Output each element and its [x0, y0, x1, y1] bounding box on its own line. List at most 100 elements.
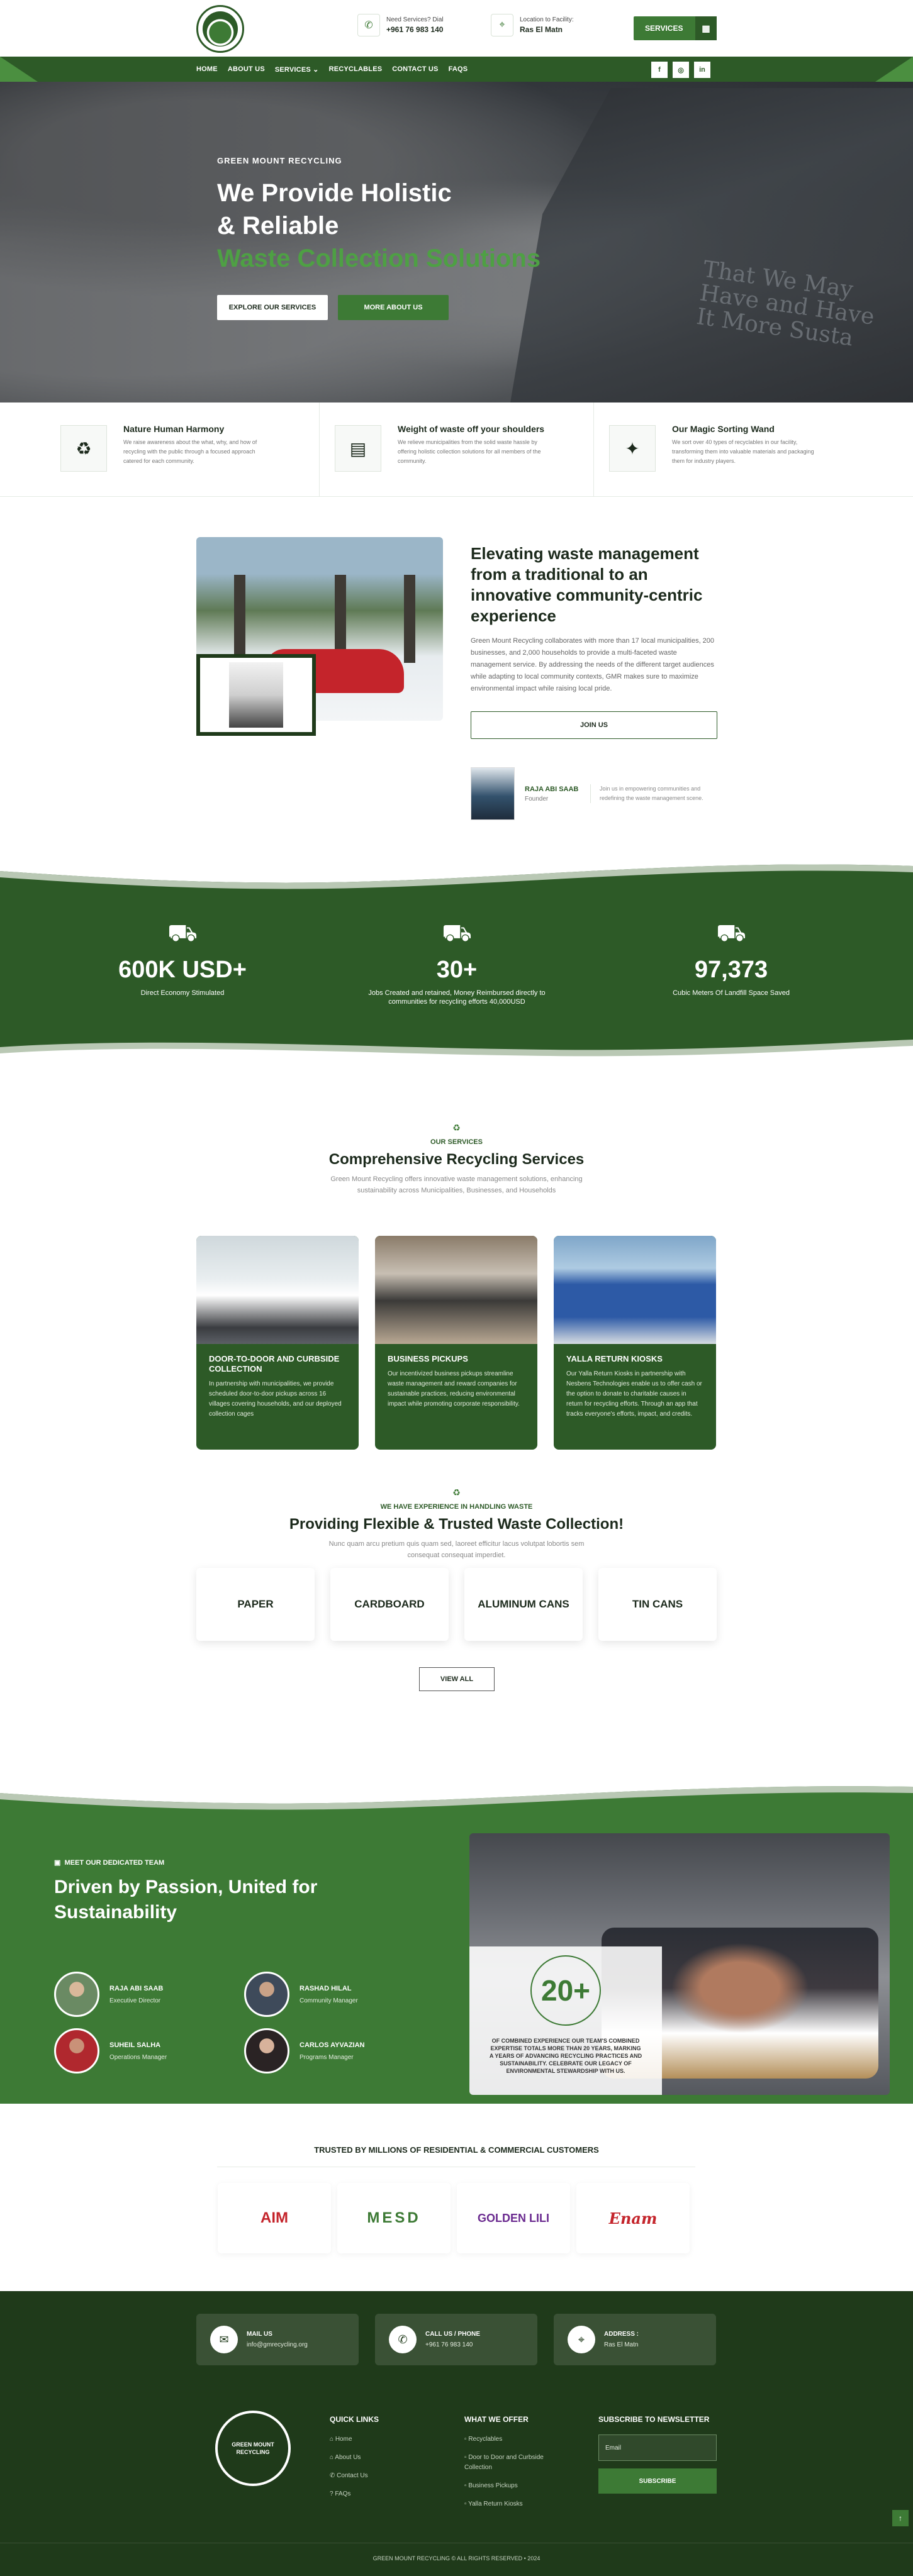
- waste-card-aluminum[interactable]: ALUMINUM CANS: [464, 1568, 583, 1641]
- sorting-icon: ✦: [609, 425, 656, 472]
- contact-phone: ✆ Need Services? Dial +961 76 983 140: [357, 14, 444, 36]
- footer-link-label: FAQs: [335, 2490, 351, 2497]
- stat-label: Jobs Created and retained, Money Reimbur…: [368, 989, 546, 1006]
- waste-card-tin[interactable]: TIN CANS: [598, 1568, 717, 1641]
- footer-mail[interactable]: ✉ MAIL US info@gmrecycling.org: [196, 2314, 359, 2365]
- hero-title-line1: We Provide Holistic: [217, 179, 452, 207]
- offer-link-label: Recyclables: [468, 2436, 503, 2443]
- contact-location-label: Location to Facility:: [520, 16, 574, 23]
- location-icon: ⌖: [568, 2326, 595, 2353]
- services-section: ♻ OUR SERVICES Comprehensive Recycling S…: [0, 1060, 913, 1462]
- instagram-icon[interactable]: ◎: [673, 62, 689, 78]
- what-we-offer: WHAT WE OFFER ▫ Recyclables ▫ Door to Do…: [464, 2414, 565, 2518]
- services-button-label: SERVICES: [645, 24, 683, 33]
- footer-link-faqs[interactable]: ? FAQs: [330, 2489, 379, 2499]
- about-title: Elevating waste management from a tradit…: [471, 544, 703, 625]
- services-eyebrow: OUR SERVICES: [430, 1138, 483, 1146]
- footer-link-about[interactable]: ⌂ About Us: [330, 2453, 379, 2463]
- facebook-icon[interactable]: f: [651, 62, 668, 78]
- footer-phone[interactable]: ✆ CALL US / PHONE +961 76 983 140: [375, 2314, 537, 2365]
- logo-mark: [203, 11, 238, 47]
- feature-text: We sort over 40 types of recyclables in …: [672, 439, 814, 464]
- site-logo[interactable]: [196, 5, 244, 53]
- stat-item: ⛟ 97,373 Cubic Meters Of Landfill Space …: [637, 920, 826, 997]
- subscribe-button[interactable]: SUBSCRIBE: [598, 2468, 717, 2494]
- member-role: Executive Director: [109, 1997, 161, 2004]
- experience-number: 20+: [530, 1955, 601, 2026]
- view-all-button[interactable]: VIEW ALL: [419, 1667, 495, 1691]
- feature-item: ✦ Our Magic Sorting Wand We sort over 40…: [549, 420, 823, 478]
- footer-link-home[interactable]: ⌂ Home: [330, 2434, 379, 2445]
- hero-section: That We May Have and Have It More Susta …: [0, 82, 913, 402]
- hero-title-line3: Waste Collection Solutions: [217, 245, 541, 272]
- waste-card-paper[interactable]: PAPER: [196, 1568, 315, 1641]
- service-card[interactable]: YALLA RETURN KIOSKS Our Yalla Return Kio…: [554, 1236, 716, 1450]
- nav-home[interactable]: HOME: [196, 65, 218, 73]
- feature-text: We relieve municipalities from the solid…: [398, 439, 541, 464]
- team-photo: 20+ OF COMBINED EXPERIENCE OUR TEAM'S CO…: [469, 1833, 890, 2095]
- nav-services[interactable]: SERVICES ⌄: [275, 65, 319, 74]
- location-icon: ⌖: [491, 14, 513, 36]
- nav-faqs[interactable]: FAQS: [449, 65, 468, 73]
- footer-logo[interactable]: GREEN MOUNT RECYCLING: [215, 2411, 291, 2486]
- tree-shape: [404, 575, 415, 663]
- member-role: Programs Manager: [300, 2053, 354, 2061]
- nav-recyclables[interactable]: RECYCLABLES: [329, 65, 383, 73]
- services-button[interactable]: SERVICES ▦: [634, 16, 717, 40]
- linkedin-icon[interactable]: in: [694, 62, 710, 78]
- feature-title: Nature Human Harmony: [123, 424, 225, 434]
- about-inset-photo: [196, 654, 316, 736]
- waste-subtitle: Nunc quam arcu pretium quis quam sed, la…: [328, 1540, 585, 1559]
- hero-title-line2: & Reliable: [217, 212, 339, 240]
- team-eyebrow: ▣ MEET OUR DEDICATED TEAM: [54, 1859, 165, 1867]
- waste-title: Providing Flexible & Trusted Waste Colle…: [289, 1516, 624, 1533]
- feature-item: ♻ Nature Human Harmony We raise awarenes…: [0, 420, 274, 478]
- stat-item: ⛟ 600K USD+ Direct Economy Stimulated: [88, 920, 277, 997]
- stat-value: 30+: [436, 957, 478, 983]
- member-name: RASHAD HILAL: [300, 1984, 352, 1992]
- phone-icon: ✆: [389, 2326, 417, 2353]
- service-card[interactable]: DOOR-TO-DOOR AND CURBSIDE COLLECTION In …: [196, 1236, 359, 1450]
- client-logo-golden-lili: GOLDEN LILI: [457, 2183, 570, 2253]
- newsletter-email-input[interactable]: [598, 2434, 717, 2461]
- join-us-button[interactable]: JOIN US: [471, 711, 717, 739]
- feature-text: We raise awareness about the what, why, …: [123, 439, 257, 464]
- more-about-button[interactable]: MORE ABOUT US: [338, 295, 449, 320]
- member-name: RAJA ABI SAAB: [109, 1984, 164, 1992]
- offer-link-label: Business Pickups: [468, 2482, 518, 2489]
- service-image-kiosk: [554, 1236, 716, 1344]
- wave-top: [0, 1783, 913, 1810]
- offer-link-kiosks[interactable]: ▫ Yalla Return Kiosks: [464, 2499, 565, 2509]
- client-logo-aim: AIM: [218, 2183, 331, 2253]
- footer: ✉ MAIL US info@gmrecycling.org ✆ CALL US …: [0, 2291, 913, 2576]
- service-card[interactable]: BUSINESS PICKUPS Our incentivized busine…: [375, 1236, 537, 1450]
- nav-about[interactable]: ABOUT US: [228, 65, 265, 73]
- contact-phone-value[interactable]: +961 76 983 140: [386, 25, 444, 34]
- experience-badge: 20+ OF COMBINED EXPERIENCE OUR TEAM'S CO…: [469, 1946, 662, 2095]
- scroll-top-icon[interactable]: ↑: [892, 2510, 909, 2526]
- mail-value[interactable]: info@gmrecycling.org: [247, 2341, 308, 2348]
- nav-contact[interactable]: CONTACT US: [392, 65, 438, 73]
- mail-icon: ✉: [210, 2326, 238, 2353]
- service-title: DOOR-TO-DOOR AND CURBSIDE COLLECTION: [209, 1354, 340, 1374]
- offer-link-recyclables[interactable]: ▫ Recyclables: [464, 2434, 565, 2445]
- footer-link-label: Contact Us: [337, 2472, 368, 2479]
- harmony-icon: ♻: [60, 425, 107, 472]
- waste-eyebrow: WE HAVE EXPERIENCE IN HANDLING WASTE: [380, 1503, 533, 1511]
- mail-label: MAIL US: [247, 2331, 272, 2338]
- explore-services-button[interactable]: EXPLORE OUR SERVICES: [217, 295, 328, 320]
- truck-icon: ⛟: [167, 920, 198, 947]
- tree-shape: [234, 575, 245, 663]
- client-logo-enam: Enam: [576, 2183, 690, 2253]
- about-section: Elevating waste management from a tradit…: [0, 497, 913, 858]
- paper-shape: [229, 662, 283, 728]
- footer-link-contact[interactable]: ✆ Contact Us: [330, 2471, 379, 2481]
- team-eyebrow-text: MEET OUR DEDICATED TEAM: [64, 1859, 165, 1867]
- offer-link-business[interactable]: ▫ Business Pickups: [464, 2481, 565, 2491]
- grid-icon: ▦: [695, 16, 717, 40]
- team-member: RASHAD HILAL Community Manager: [244, 1972, 358, 2017]
- waste-card-cardboard[interactable]: CARDBOARD: [330, 1568, 449, 1641]
- phone-value[interactable]: +961 76 983 140: [425, 2341, 480, 2348]
- offer-link-door-to-door[interactable]: ▫ Door to Door and Curbside Collection: [464, 2453, 565, 2473]
- wave-bottom: [0, 1040, 913, 1060]
